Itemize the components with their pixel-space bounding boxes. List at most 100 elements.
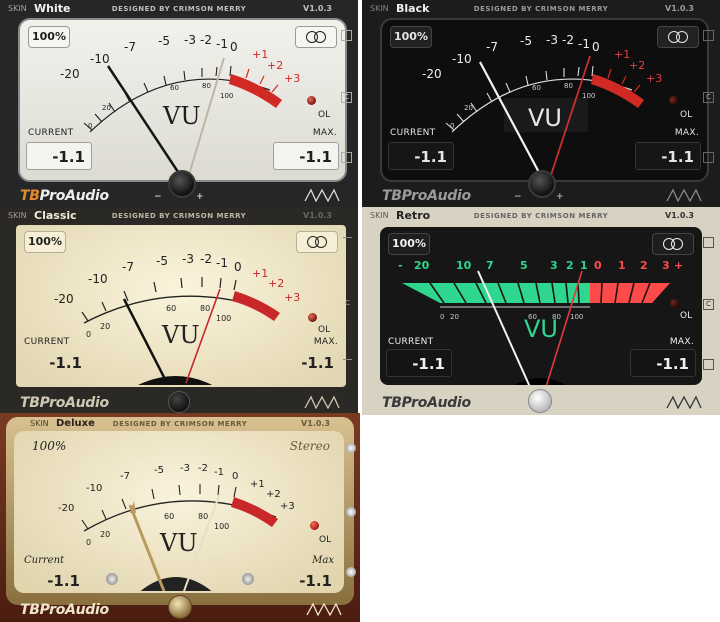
current-readout: -1.1 [388,142,454,170]
side-button-top[interactable] [703,237,714,248]
sensitivity-knob[interactable] [528,170,556,198]
vu-label: VU [528,104,562,132]
max-label: Max [312,555,334,566]
svg-text:+1: +1 [252,267,268,280]
svg-text:-5: -5 [520,34,532,48]
svg-text:10: 10 [456,259,472,272]
vu-label: VU [162,321,200,349]
max-label: MAX. [669,337,694,347]
svg-text:+1: +1 [614,48,630,61]
current-label: CURRENT [390,128,436,138]
svg-text:-20: -20 [422,67,442,81]
side-button-top[interactable] [703,30,714,41]
svg-text:1: 1 [580,259,588,272]
svg-text:-7: -7 [122,260,134,274]
svg-text:60: 60 [532,84,541,92]
svg-text:+2: +2 [629,59,645,72]
side-button-c[interactable]: C [343,299,352,308]
side-button-c[interactable]: C [341,92,352,103]
svg-text:-1: -1 [214,467,224,478]
svg-text:-2: -2 [200,252,212,266]
svg-text:-1: -1 [216,256,228,270]
svg-text:60: 60 [164,512,174,521]
svg-text:0: 0 [440,313,444,321]
side-button-bottom[interactable] [346,567,356,577]
svg-text:0: 0 [88,122,92,130]
svg-text:80: 80 [198,512,208,521]
max-readout[interactable]: -1.1 [274,349,340,377]
svg-text:100: 100 [570,313,583,321]
vu-needle [128,504,166,591]
max-readout[interactable]: -1.1 [635,142,701,170]
svg-text:-10: -10 [86,483,102,494]
current-label: CURRENT [388,337,434,347]
scale-label: -20 [60,67,80,81]
max-readout[interactable]: -1.1 [272,567,338,593]
svg-text:+3: +3 [646,72,662,85]
meter-face: 100% -20 -10 -7 -5 -3 -2 -1 0 +1 +2 +3 0 20 60 80… [18,18,347,182]
svg-text:-10: -10 [88,272,108,286]
mvm-logo-icon [666,395,702,409]
svg-text:0: 0 [592,40,600,54]
overload-led [669,96,678,105]
sensitivity-knob[interactable] [168,595,192,619]
max-readout[interactable]: -1.1 [630,349,696,377]
overload-led [308,313,317,322]
side-button-top[interactable] [343,237,352,239]
current-readout: -1.1 [26,142,92,170]
svg-text:+2: +2 [266,489,281,500]
sensitivity-knob[interactable] [168,391,190,413]
side-button-bottom[interactable] [343,359,352,361]
vu-label: VU [160,529,198,557]
current-label: CURRENT [24,337,70,347]
side-button-top[interactable] [346,443,356,453]
version: V1.0.3 [665,211,694,220]
header-bar: SKIN Black DESIGNED BY CRIMSON MERRY V1.… [362,0,720,18]
side-button-c[interactable] [346,507,356,517]
meter-face: 100% -20 -10 -7 -5 -3 -2 -1 0 +1 +2 +3 0 20 60 80 100… [16,225,346,387]
current-label: CURRENT [28,128,74,138]
svg-text:20: 20 [414,259,430,272]
svg-text:0: 0 [86,330,91,339]
side-button-c[interactable]: C [703,92,714,103]
scale-label: +3 [284,72,300,85]
svg-text:+2: +2 [268,277,284,290]
side-button-bottom[interactable] [341,152,352,163]
svg-text:+3: +3 [280,501,295,512]
vu-label: VU [163,102,201,130]
scale-label: 0 [230,40,238,54]
ol-label: OL [318,110,331,120]
svg-text:-5: -5 [154,465,164,476]
header-bar: SKIN White DESIGNED BY CRIMSON MERRY V1.… [0,0,358,18]
side-button-top[interactable] [341,30,352,41]
version: V1.0.3 [303,211,332,220]
header-bar: SKIN Classic DESIGNED BY CRIMSON MERRY V… [0,207,358,225]
svg-text:5: 5 [520,259,528,272]
plus-label: + [556,192,564,202]
current-readout: -1.1 [47,572,80,590]
sensitivity-knob[interactable] [528,389,552,413]
meter-face: 100% -20 10 7 5321 0 1 2 3 + 0 20 60 80 100 [380,227,702,385]
scale-label: -7 [124,40,136,54]
brand-logo: TBProAudio [382,395,471,411]
max-label: MAX. [313,337,338,347]
svg-text:100: 100 [220,92,233,100]
screw-left-icon [106,573,118,585]
sensitivity-knob[interactable] [168,170,196,198]
svg-text:20: 20 [100,322,110,331]
side-button-c[interactable]: C [703,299,714,310]
svg-text:-20: -20 [58,503,74,514]
side-button-bottom[interactable] [703,152,714,163]
meter-panel-retro: SKIN Retro DESIGNED BY CRIMSON MERRY V1.… [362,207,720,415]
svg-text:-2: -2 [562,33,574,47]
brand-logo: TBProAudio [20,602,109,618]
max-readout[interactable]: -1.1 [273,142,339,170]
svg-text:-3: -3 [180,463,190,474]
svg-text:2: 2 [566,259,574,272]
side-button-bottom[interactable] [703,359,714,370]
svg-text:0: 0 [450,122,454,130]
retro-scale-labels: -20 10 7 5 321 [398,259,588,272]
current-readout: -1.1 [386,349,452,377]
header-bar: SKIN Deluxe DESIGNED BY CRIMSON MERRY V1… [0,413,360,431]
ol-label: OL [680,311,693,321]
